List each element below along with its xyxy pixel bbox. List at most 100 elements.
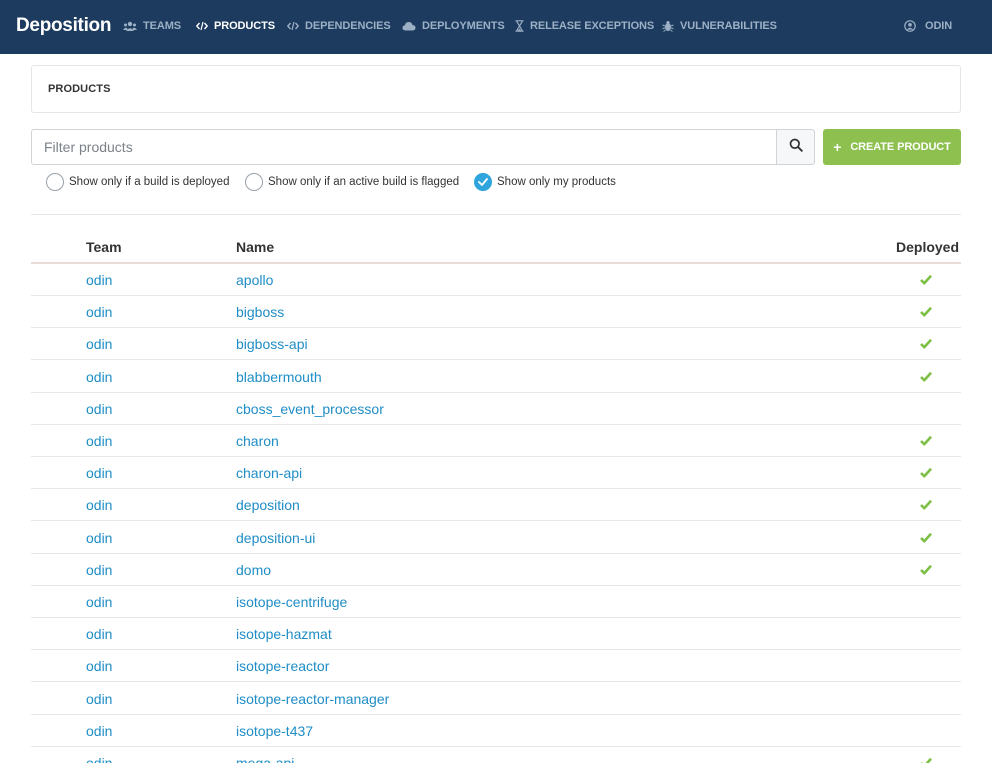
section-divider xyxy=(31,214,961,215)
table-row[interactable]: odin charon xyxy=(31,425,961,457)
code-icon xyxy=(287,21,299,31)
team-link[interactable]: odin xyxy=(86,272,112,288)
nav-products-label: PRODUCTS xyxy=(214,20,275,32)
team-link[interactable]: odin xyxy=(86,530,112,546)
brand-logo[interactable]: Deposition xyxy=(16,15,111,37)
team-link[interactable]: odin xyxy=(86,723,112,739)
nav-vulnerabilities-label: VULNERABILITIES xyxy=(680,20,777,32)
nav-release-exceptions[interactable]: RELEASE EXCEPTIONS xyxy=(515,20,654,32)
option-my-products[interactable]: Show only my products xyxy=(474,173,616,191)
table-row[interactable]: odin charon-api xyxy=(31,457,961,489)
nav-teams[interactable]: TEAMS xyxy=(123,20,181,32)
deployed-check-icon xyxy=(920,371,932,382)
product-name-link[interactable]: deposition-ui xyxy=(236,530,315,546)
table-row[interactable]: odin isotope-t437 xyxy=(31,715,961,747)
nav-deployments[interactable]: DEPLOYMENTS xyxy=(402,20,505,32)
product-name-link[interactable]: bigboss xyxy=(236,304,284,320)
column-header-deployed[interactable]: Deployed xyxy=(896,239,959,255)
product-name-link[interactable]: blabbermouth xyxy=(236,369,322,385)
team-link[interactable]: odin xyxy=(86,336,112,352)
check-icon xyxy=(478,178,488,186)
product-name-link[interactable]: cboss_event_processor xyxy=(236,401,384,417)
product-name-link[interactable]: charon-api xyxy=(236,465,302,481)
product-name-link[interactable]: apollo xyxy=(236,272,273,288)
option-build-deployed[interactable]: Show only if a build is deployed xyxy=(46,173,229,191)
product-name-link[interactable]: mega-api xyxy=(236,755,294,763)
table-row[interactable]: odin bigboss xyxy=(31,296,961,328)
product-name-link[interactable]: isotope-reactor-manager xyxy=(236,691,389,707)
nav-vulnerabilities[interactable]: VULNERABILITIES xyxy=(662,20,777,32)
option-active-build-flagged-label: Show only if an active build is flagged xyxy=(268,176,460,188)
column-header-team[interactable]: Team xyxy=(86,239,122,255)
team-link[interactable]: odin xyxy=(86,433,112,449)
option-active-build-flagged[interactable]: Show only if an active build is flagged xyxy=(245,173,459,191)
product-name-link[interactable]: isotope-t437 xyxy=(236,723,313,739)
deployed-check-icon xyxy=(920,306,932,317)
create-product-label: CREATE PRODUCT xyxy=(850,141,951,153)
nav-teams-label: TEAMS xyxy=(143,20,182,32)
column-header-name[interactable]: Name xyxy=(236,239,274,255)
table-row[interactable]: odin mega-api xyxy=(31,747,961,763)
create-product-button[interactable]: + CREATE PRODUCT xyxy=(823,129,961,165)
deployed-check-icon xyxy=(920,499,932,510)
team-link[interactable]: odin xyxy=(86,755,112,763)
table-row[interactable]: odin domo xyxy=(31,554,961,586)
deployed-check-icon xyxy=(920,435,932,446)
table-row[interactable]: odin apollo xyxy=(31,264,961,296)
bug-icon xyxy=(662,20,674,32)
table-row[interactable]: odin isotope-centrifuge xyxy=(31,586,961,618)
option-build-deployed-label: Show only if a build is deployed xyxy=(69,176,230,188)
deployed-check-icon xyxy=(920,338,932,349)
deployed-check-icon xyxy=(920,564,932,575)
nav-dependencies-label: DEPENDENCIES xyxy=(305,20,391,32)
nav-user-menu[interactable]: ODIN xyxy=(904,20,952,32)
product-name-link[interactable]: isotope-reactor xyxy=(236,658,329,674)
plus-icon: + xyxy=(833,139,842,155)
code-icon xyxy=(196,21,208,31)
table-row[interactable]: odin cboss_event_processor xyxy=(31,393,961,425)
team-link[interactable]: odin xyxy=(86,691,112,707)
team-link[interactable]: odin xyxy=(86,497,112,513)
option-active-build-flagged-radio[interactable] xyxy=(245,173,263,191)
user-circle-icon xyxy=(904,20,916,32)
team-link[interactable]: odin xyxy=(86,465,112,481)
product-name-link[interactable]: charon xyxy=(236,433,279,449)
deployed-check-icon xyxy=(920,467,932,478)
users-icon xyxy=(123,21,137,32)
top-navbar: Deposition TEAMS PRODUCTS DEPENDENCIES D… xyxy=(0,0,992,54)
nav-products[interactable]: PRODUCTS xyxy=(196,20,275,32)
product-name-link[interactable]: isotope-centrifuge xyxy=(236,594,347,610)
option-build-deployed-radio[interactable] xyxy=(46,173,64,191)
table-row[interactable]: odin blabbermouth xyxy=(31,361,961,393)
table-row[interactable]: odin isotope-hazmat xyxy=(31,618,961,650)
product-name-link[interactable]: domo xyxy=(236,562,271,578)
page-title-panel: PRODUCTS xyxy=(31,65,961,113)
option-my-products-label: Show only my products xyxy=(497,176,616,188)
team-link[interactable]: odin xyxy=(86,626,112,642)
search-button[interactable] xyxy=(776,129,815,165)
hourglass-icon xyxy=(515,20,524,32)
team-link[interactable]: odin xyxy=(86,562,112,578)
nav-deployments-label: DEPLOYMENTS xyxy=(422,20,505,32)
table-row[interactable]: odin bigboss-api xyxy=(31,328,961,360)
product-name-link[interactable]: isotope-hazmat xyxy=(236,626,332,642)
team-link[interactable]: odin xyxy=(86,304,112,320)
nav-user-label: ODIN xyxy=(925,20,953,32)
team-link[interactable]: odin xyxy=(86,658,112,674)
team-link[interactable]: odin xyxy=(86,369,112,385)
cloud-icon xyxy=(402,21,416,31)
product-name-link[interactable]: bigboss-api xyxy=(236,336,308,352)
filter-products-input[interactable] xyxy=(31,129,777,165)
product-name-link[interactable]: deposition xyxy=(236,497,300,513)
nav-dependencies[interactable]: DEPENDENCIES xyxy=(287,20,391,32)
search-icon xyxy=(789,138,803,157)
table-row[interactable]: odin deposition-ui xyxy=(31,522,961,554)
team-link[interactable]: odin xyxy=(86,594,112,610)
table-row[interactable]: odin deposition xyxy=(31,489,961,521)
option-my-products-radio[interactable] xyxy=(474,173,492,191)
table-row[interactable]: odin isotope-reactor-manager xyxy=(31,683,961,715)
team-link[interactable]: odin xyxy=(86,401,112,417)
deployed-check-icon xyxy=(920,274,932,285)
deployed-check-icon xyxy=(921,757,932,763)
table-row[interactable]: odin isotope-reactor xyxy=(31,650,961,682)
